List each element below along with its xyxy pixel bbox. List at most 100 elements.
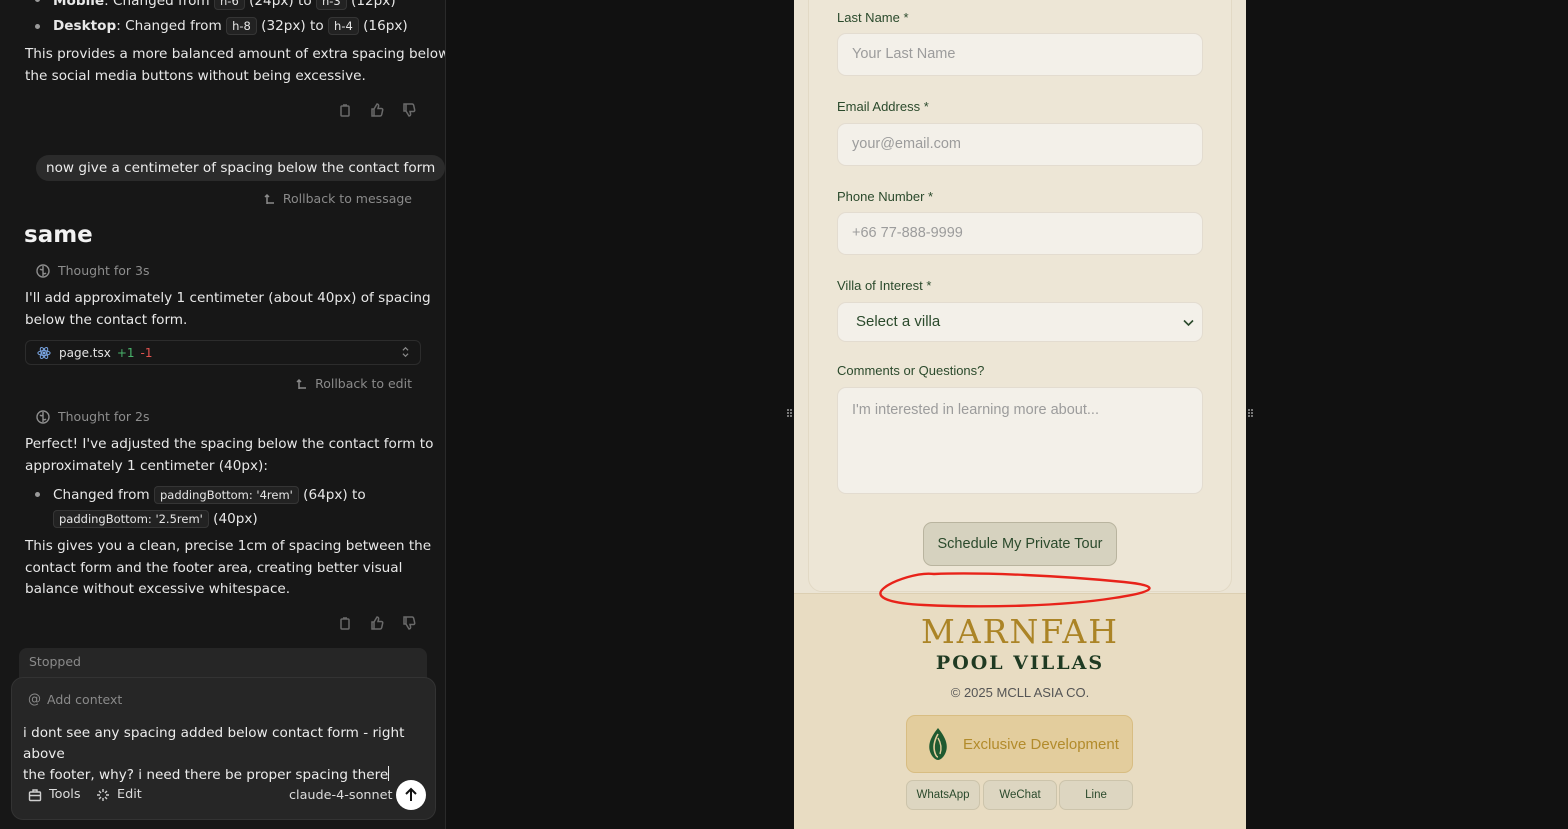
user-message-bubble: now give a centimeter of spacing below t… (36, 155, 445, 181)
list-item-mobile: Mobile: Changed from h-6 (24px) to h-3 (… (53, 0, 396, 13)
thought-label: Thought for 3s (58, 263, 150, 278)
assistant-paragraph: This provides a more balanced amount of … (25, 44, 446, 87)
comments-textarea[interactable]: I'm interested in learning more about... (837, 387, 1203, 494)
placeholder: Your Last Name (852, 46, 956, 62)
villa-label: Villa of Interest * (837, 278, 932, 293)
text: (12px) (351, 0, 396, 9)
copy-icon[interactable] (338, 615, 352, 630)
bullet-dot (35, 492, 40, 497)
list-item-desktop: Desktop: Changed from h-8 (32px) to h-4 … (53, 16, 408, 38)
list-item-change: Changed from paddingBottom: '4rem' (64px… (53, 483, 366, 531)
text-line: This provides a more balanced amount of … (25, 46, 446, 62)
wechat-button[interactable]: WeChat (983, 780, 1057, 810)
bullet-dot (35, 24, 40, 29)
text-line: contact form and the footer area, creati… (25, 559, 403, 576)
thought-indicator[interactable]: Thought for 2s (36, 409, 150, 424)
rollback-to-edit-button[interactable]: Rollback to edit (296, 376, 412, 391)
placeholder: I'm interested in learning more about... (852, 402, 1099, 418)
bullet-dot (35, 0, 40, 2)
text-line: This gives you a clean, precise 1cm of s… (25, 538, 432, 554)
site-footer: MARNFAH POOL VILLAS © 2025 MCLL ASIA CO.… (794, 593, 1246, 829)
whatsapp-button[interactable]: WhatsApp (906, 780, 980, 810)
code-snippet: paddingBottom: '2.5rem' (53, 510, 209, 528)
placeholder: your@email.com (852, 136, 961, 152)
stopped-label: Stopped (29, 654, 81, 669)
text-line: Perfect! I've adjusted the spacing below… (25, 436, 434, 452)
chevron-down-icon (1183, 319, 1194, 327)
brain-icon (36, 409, 50, 424)
text-line: balance without excessive whitespace. (25, 581, 291, 597)
rollback-icon (264, 193, 274, 204)
text-line-with-caret: the footer, why? i need there be proper … (23, 765, 428, 786)
text: (16px) (363, 18, 408, 34)
brand-name: MARNFAH (921, 612, 1119, 651)
exclusive-development-badge: Exclusive Development (906, 715, 1133, 773)
text-line: approximately 1 centimeter (40px): (25, 457, 268, 474)
phone-input[interactable]: +66 77-888-9999 (837, 212, 1203, 255)
text: : Changed from (104, 0, 210, 9)
exclusive-label: Exclusive Development (963, 735, 1119, 753)
thumbs-up-icon[interactable] (370, 102, 384, 117)
thumbs-down-icon[interactable] (402, 102, 416, 117)
code-snippet: h-4 (328, 17, 359, 35)
react-icon (37, 346, 51, 359)
message-composer[interactable]: @ Add context i dont see any spacing add… (11, 677, 436, 820)
brain-icon (36, 263, 50, 278)
text: (24px) to (249, 0, 312, 9)
red-annotation-scribble (879, 572, 1151, 608)
mobile-label: Mobile (53, 0, 105, 9)
text-line: the social media buttons without being e… (25, 67, 366, 84)
text-line: paddingBottom: '2.5rem' (40px) (53, 507, 366, 531)
model-selector[interactable]: claude-4-sonnet (289, 788, 393, 803)
rollback-to-message-button[interactable]: Rollback to message (264, 191, 412, 206)
code-snippet: h-6 (214, 0, 245, 10)
rollback-label: Rollback to message (282, 191, 412, 206)
phone-label: Phone Number * (837, 189, 934, 204)
composer-input[interactable]: i dont see any spacing added below conta… (23, 723, 428, 786)
thought-indicator[interactable]: Thought for 3s (36, 263, 150, 278)
desktop-label: Desktop (53, 18, 117, 34)
villa-select[interactable]: Select a villa (837, 302, 1203, 342)
add-context-label: Add context (47, 692, 123, 707)
text-line: below the contact form. (25, 311, 188, 328)
copy-icon[interactable] (338, 102, 352, 117)
schedule-tour-button[interactable]: Schedule My Private Tour (923, 522, 1117, 566)
email-input[interactable]: your@email.com (837, 123, 1203, 166)
edit-button[interactable]: Edit (96, 787, 142, 802)
website-preview: Last Name * Your Last Name Email Address… (794, 0, 1246, 829)
thumbs-up-icon[interactable] (370, 615, 384, 630)
message-heading: same (24, 222, 93, 248)
file-change-chip[interactable]: page.tsx +1 -1 (25, 340, 421, 365)
text-caret (388, 766, 390, 781)
expand-icon[interactable] (401, 346, 410, 358)
text: (40px) (213, 511, 258, 527)
last-name-input[interactable]: Your Last Name (837, 33, 1203, 76)
assistant-paragraph: This gives you a clean, precise 1cm of s… (25, 536, 431, 601)
text-line: I'll add approximately 1 centimeter (abo… (25, 290, 431, 306)
right-resize-handle[interactable] (1248, 409, 1254, 419)
add-context-button[interactable]: @ Add context (28, 692, 122, 707)
assistant-paragraph: I'll add approximately 1 centimeter (abo… (25, 288, 431, 331)
message-actions (338, 102, 416, 117)
send-button[interactable] (396, 780, 426, 810)
line-button[interactable]: Line (1059, 780, 1133, 810)
code-snippet: h-8 (226, 17, 257, 35)
tools-label: Tools (49, 787, 81, 802)
arrow-up-icon (405, 787, 417, 801)
rollback-icon (296, 378, 307, 389)
thumbs-down-icon[interactable] (402, 615, 416, 630)
text: (64px) to (303, 487, 366, 503)
assistant-paragraph: Perfect! I've adjusted the spacing below… (25, 434, 433, 477)
text-line: Changed from paddingBottom: '4rem' (64px… (53, 483, 366, 507)
text-line: i dont see any spacing added below conta… (23, 725, 405, 762)
last-name-label: Last Name * (837, 10, 909, 25)
placeholder: +66 77-888-9999 (852, 225, 963, 241)
at-icon: @ (28, 692, 41, 707)
sparkle-icon (97, 788, 109, 801)
tools-button[interactable]: Tools (28, 787, 81, 802)
lines-added: +1 (116, 345, 135, 360)
left-resize-handle[interactable] (787, 409, 793, 419)
thought-label: Thought for 2s (58, 409, 150, 424)
code-snippet: paddingBottom: '4rem' (153, 486, 299, 504)
leaf-logo-icon (929, 728, 947, 760)
